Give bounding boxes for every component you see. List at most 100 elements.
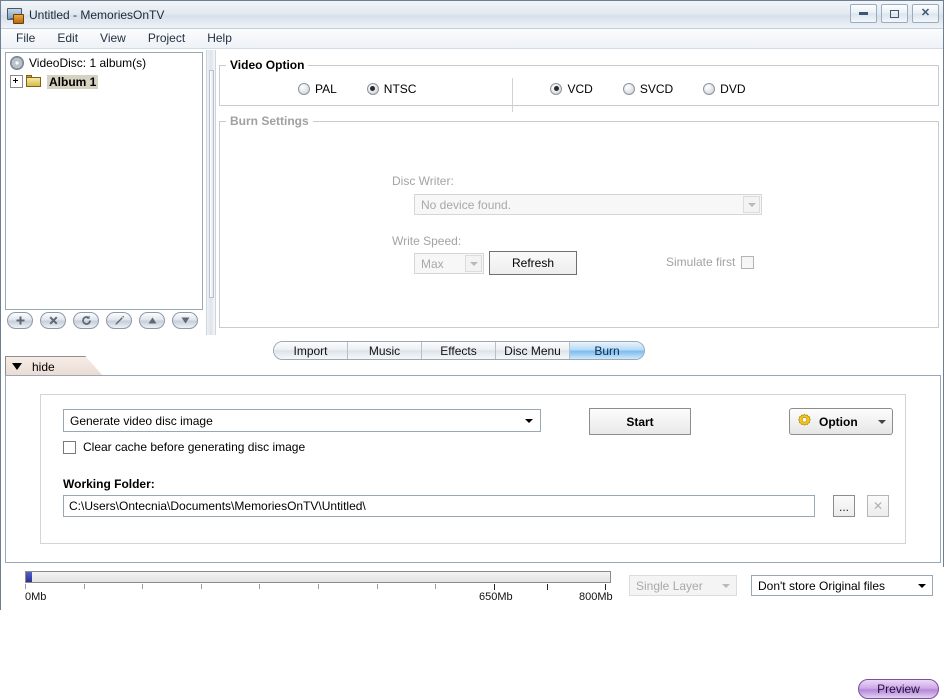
disc-writer-select[interactable]: No device found. [414, 194, 762, 215]
chevron-down-icon[interactable] [913, 578, 930, 593]
title-bar: Untitled - MemoriesOnTV ✕ [1, 1, 943, 29]
disc-writer-label: Disc Writer: [392, 174, 454, 188]
main-area: VideoDisc: 1 album(s) Album 1 Video Opti… [1, 50, 943, 338]
radio-vcd[interactable]: VCD [550, 82, 593, 96]
app-monitor-icon [7, 7, 24, 24]
video-option-legend: Video Option [230, 58, 305, 72]
panel-container: Generate video disc image Clear cache be… [5, 375, 941, 563]
project-tree-panel[interactable]: VideoDisc: 1 album(s) Album 1 [5, 52, 203, 310]
browse-folder-button[interactable]: ... [833, 495, 855, 517]
working-folder-input[interactable]: C:\Users\Ontecnia\Documents\MemoriesOnTV… [63, 495, 815, 517]
menu-item-edit[interactable]: Edit [50, 30, 89, 47]
tree-toolbar [7, 312, 198, 329]
working-folder-label: Working Folder: [63, 477, 155, 491]
write-speed-select[interactable]: Max [414, 253, 484, 274]
checkbox-icon[interactable] [741, 255, 755, 269]
radio-svcd-label: SVCD [639, 81, 674, 96]
chevron-down-icon[interactable] [465, 255, 482, 272]
arrow-up-icon [148, 317, 156, 324]
capacity-label-0: 0Mb [25, 591, 47, 603]
radio-dvd-label: DVD [720, 81, 746, 96]
working-folder-value: C:\Users\Ontecnia\Documents\MemoriesOnTV… [69, 499, 366, 513]
capacity-label-800: 800Mb [579, 591, 613, 603]
edit-album-button[interactable] [106, 312, 132, 329]
radio-icon [550, 82, 563, 95]
refresh-devices-button[interactable]: Refresh [489, 251, 577, 275]
clear-folder-button[interactable]: ✕ [867, 495, 889, 517]
hide-tab-label: hide [32, 359, 55, 374]
close-icon: ✕ [920, 7, 931, 19]
refresh-button-label: Refresh [511, 256, 555, 270]
burn-action-value: Generate video disc image [70, 413, 213, 428]
expand-icon[interactable] [10, 75, 23, 88]
browse-button-label: ... [838, 500, 849, 514]
panel-splitter[interactable] [206, 50, 216, 335]
menu-item-help[interactable]: Help [200, 30, 243, 47]
burn-form: Generate video disc image Clear cache be… [40, 394, 906, 544]
start-button[interactable]: Start [589, 408, 691, 435]
layer-value: Single Layer [636, 578, 703, 593]
store-original-files-select[interactable]: Don't store Original files [751, 575, 933, 596]
menu-item-file[interactable]: File [9, 30, 46, 47]
disc-icon [10, 55, 24, 70]
radio-svcd[interactable]: SVCD [622, 81, 674, 96]
start-button-label: Start [626, 414, 654, 429]
radio-icon [366, 82, 379, 95]
tree-item-album-1[interactable]: Album 1 [6, 72, 202, 91]
clear-cache-label: Clear cache before generating disc image [83, 440, 306, 454]
pencil-icon [114, 315, 124, 325]
chevron-down-icon[interactable] [743, 196, 760, 213]
refresh-icon [81, 315, 91, 325]
burn-action-select[interactable]: Generate video disc image [63, 409, 541, 432]
radio-icon [298, 82, 310, 95]
simulate-first-checkbox[interactable]: Simulate first [666, 255, 755, 269]
add-album-button[interactable] [7, 312, 33, 329]
arrow-down-icon [181, 317, 189, 324]
preview-button[interactable]: Preview [858, 679, 939, 699]
video-option-group: Video Option PAL NTSC VCD SVCD DVD [219, 58, 939, 112]
option-button[interactable]: Option [789, 408, 893, 435]
delete-album-button[interactable] [40, 312, 66, 329]
gear-icon [798, 413, 811, 426]
refresh-album-button[interactable] [73, 312, 99, 329]
group-divider [512, 78, 513, 112]
capacity-label-650: 650Mb [479, 591, 513, 603]
radio-pal[interactable]: PAL [298, 82, 337, 96]
chevron-down-icon[interactable] [520, 412, 538, 429]
radio-icon [622, 82, 635, 95]
chevron-down-icon[interactable] [717, 578, 734, 593]
clear-cache-checkbox[interactable]: Clear cache before generating disc image [63, 440, 305, 454]
move-down-button[interactable] [172, 312, 198, 329]
tree-item-label: Album 1 [47, 74, 99, 89]
radio-pal-label: PAL [315, 81, 337, 96]
menu-item-project[interactable]: Project [141, 30, 196, 47]
chevron-down-icon[interactable] [878, 419, 886, 424]
layer-select[interactable]: Single Layer [629, 575, 737, 596]
radio-icon [703, 82, 716, 95]
disc-capacity-meter [25, 571, 611, 583]
option-button-label: Option [819, 414, 858, 429]
store-value: Don't store Original files [758, 578, 886, 593]
capacity-fill [26, 572, 32, 582]
checkbox-icon[interactable] [63, 440, 76, 454]
splitter-grip[interactable] [209, 70, 214, 298]
minimize-button[interactable] [850, 4, 877, 23]
menu-bar: File Edit View Project Help [1, 29, 943, 49]
window-controls: ✕ [850, 4, 939, 23]
menu-item-view[interactable]: View [93, 30, 137, 47]
preview-button-label: Preview [877, 682, 920, 696]
simulate-first-label: Simulate first [666, 255, 736, 269]
close-x-icon [48, 316, 58, 325]
radio-dvd[interactable]: DVD [703, 81, 746, 96]
maximize-button[interactable] [881, 4, 908, 23]
folder-icon [26, 75, 42, 88]
tree-root-item[interactable]: VideoDisc: 1 album(s) [6, 53, 202, 72]
burn-settings-group: Burn Settings Disc Writer: No device fou… [219, 114, 939, 328]
close-button[interactable]: ✕ [912, 4, 939, 23]
move-up-button[interactable] [139, 312, 165, 329]
disc-writer-value: No device found. [421, 197, 512, 212]
plus-icon [16, 316, 24, 325]
hide-panel-tab[interactable]: hide [5, 356, 103, 376]
radio-ntsc[interactable]: NTSC [366, 82, 416, 96]
burn-settings-pane: Video Option PAL NTSC VCD SVCD DVD Burn … [219, 56, 939, 336]
